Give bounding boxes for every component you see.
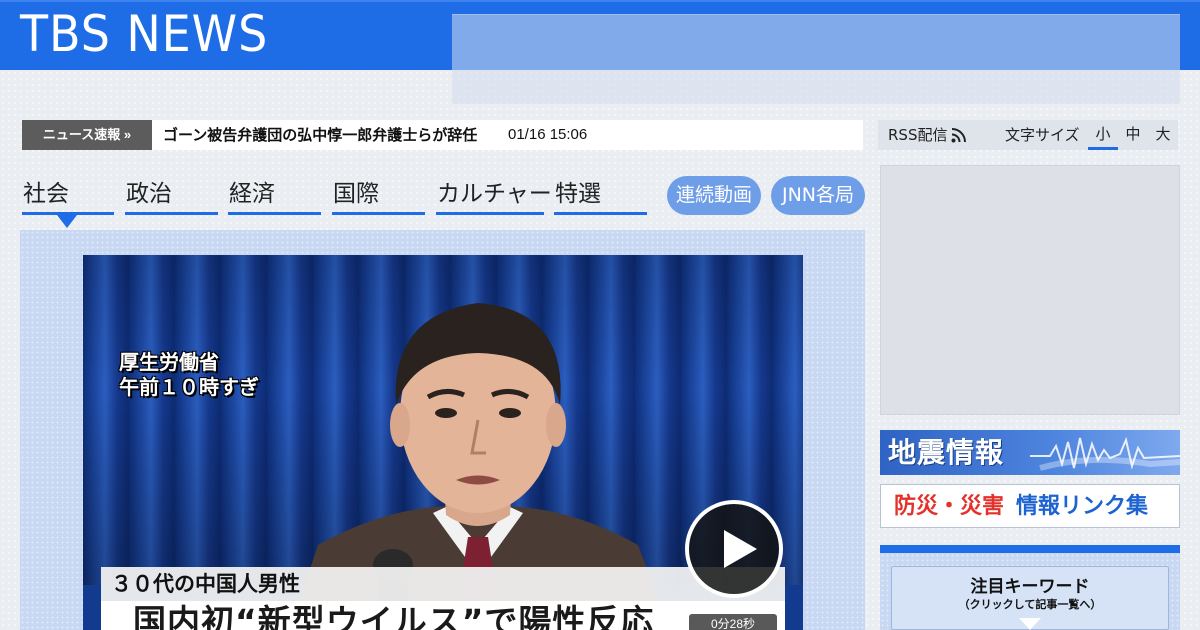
rss-icon [951, 128, 967, 143]
rss-link[interactable]: RSS配信 [888, 120, 967, 150]
header-topline [0, 0, 1200, 2]
disaster-label-red: 防災・災害 [894, 494, 1005, 519]
page: TBS NEWS ニュース速報 » ゴーン被告弁護団の弘中惇一郎弁護士らが辞任 … [0, 0, 1200, 630]
font-size-label: 文字サイズ [1005, 126, 1080, 144]
keywords-subtitle: （クリックして記事一覧へ） [958, 598, 1102, 611]
video-duration: 0分28秒 [689, 614, 777, 630]
seismograph-icon [1030, 436, 1180, 471]
overlay-line-2: 午前１０時すぎ [119, 375, 259, 399]
tab-culture[interactable]: カルチャー [436, 176, 552, 215]
breaking-news-time: 01/16 15:06 [508, 126, 588, 143]
tab-society[interactable]: 社会 [22, 176, 114, 215]
rss-label: RSS配信 [888, 126, 948, 144]
font-size-large[interactable]: 大 [1148, 120, 1178, 150]
earthquake-info-label: 地震情報 [888, 436, 1005, 469]
font-size-medium[interactable]: 中 [1118, 120, 1148, 150]
play-icon [724, 530, 757, 568]
play-button[interactable] [685, 500, 783, 598]
active-tab-pointer [57, 215, 77, 228]
disaster-info-links-banner[interactable]: 防災・災害 情報リンク集 [880, 484, 1180, 528]
utility-bar: RSS配信 文字サイズ 小 中 大 [878, 120, 1178, 150]
sidebar-ad[interactable] [880, 165, 1180, 415]
tab-international[interactable]: 国際 [332, 176, 425, 215]
breaking-news-label[interactable]: ニュース速報 » [22, 120, 152, 150]
caption-subtitle: ３０代の中国人男性 [111, 572, 300, 596]
breaking-news-bar: ニュース速報 » ゴーン被告弁護団の弘中惇一郎弁護士らが辞任 01/16 15:… [22, 120, 863, 150]
font-size-small[interactable]: 小 [1088, 120, 1118, 150]
earthquake-info-banner[interactable]: 地震情報 [880, 430, 1180, 475]
site-logo[interactable]: TBS NEWS [20, 6, 268, 62]
keywords-title: 注目キーワード [970, 577, 1090, 597]
keywords-pointer [1019, 618, 1041, 630]
breaking-news-headline[interactable]: ゴーン被告弁護団の弘中惇一郎弁護士らが辞任 [163, 120, 477, 150]
video-location-overlay: 厚生労働省 午前１０時すぎ [119, 350, 259, 400]
header-ad-banner[interactable] [452, 14, 1180, 104]
overlay-line-1: 厚生労働省 [119, 350, 219, 374]
tab-politics[interactable]: 政治 [125, 176, 218, 215]
tab-special[interactable]: 特選 [554, 176, 647, 215]
jnn-stations-button[interactable]: JNN各局 [771, 176, 865, 215]
tab-economy[interactable]: 経済 [228, 176, 321, 215]
caption-main: 国内初“新型ウイルス”で陽性反応 [133, 602, 655, 630]
continuous-video-button[interactable]: 連続動画 [667, 176, 761, 215]
disaster-label-blue: 情報リンク集 [1016, 494, 1149, 519]
